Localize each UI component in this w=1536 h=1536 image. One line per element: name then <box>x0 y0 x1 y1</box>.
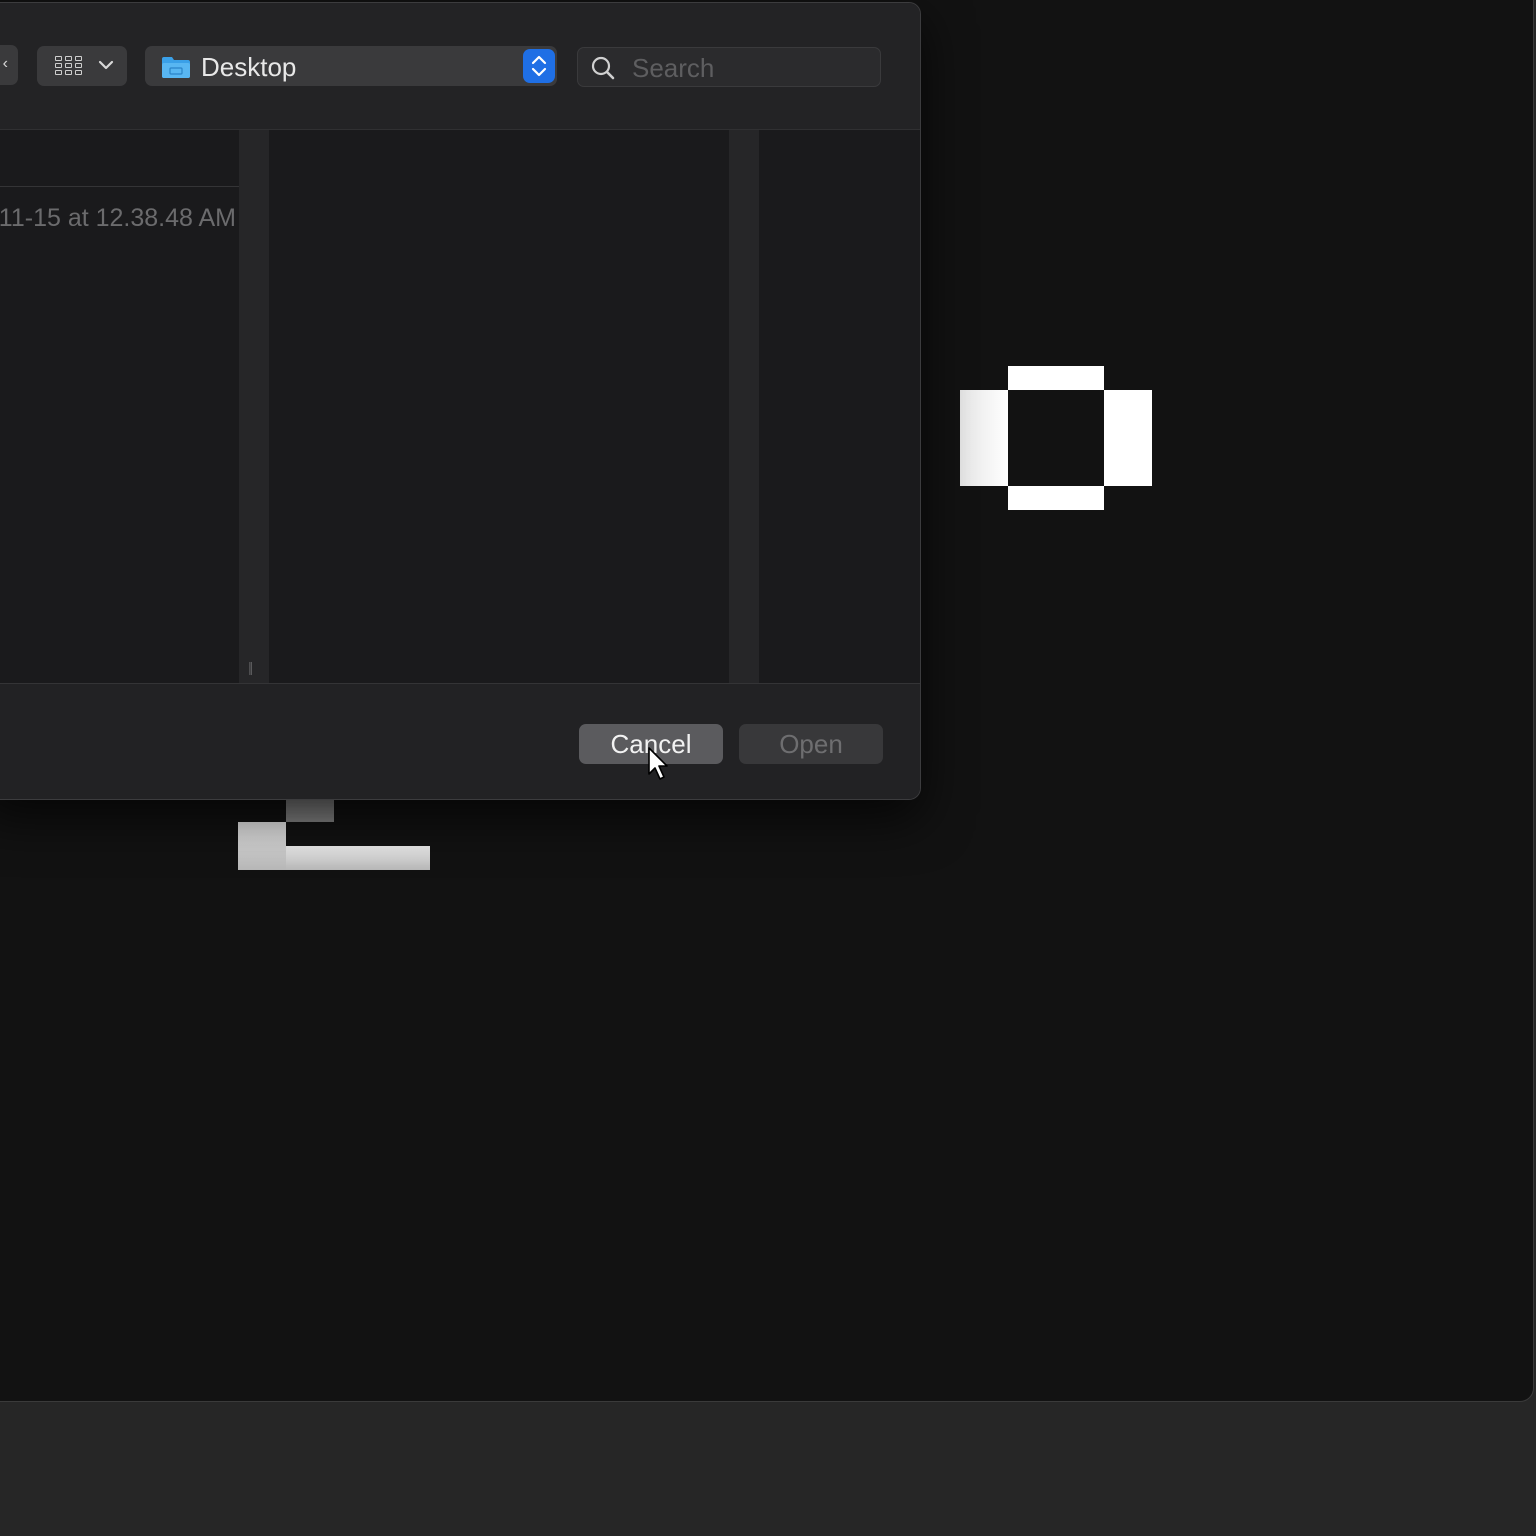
dialog-footer: Cancel Open <box>0 684 920 799</box>
pixel-block <box>238 822 286 870</box>
chevron-left-icon: ‹ <box>2 55 8 72</box>
file-name-label: Screenshot 2023-11-15 at 12.38.48 AM <box>0 204 236 232</box>
icon-grid-icon <box>55 56 83 78</box>
open-file-dialog: ‹ Desktop Search 11-15 at 12.38.48 AM ||… <box>0 2 921 800</box>
pixel-block <box>1104 390 1152 486</box>
dialog-toolbar: ‹ Desktop Search <box>0 3 920 130</box>
column-divider <box>0 186 239 187</box>
column-resize-bar[interactable]: || <box>239 130 269 683</box>
resize-handle-icon: || <box>248 659 253 675</box>
pixel-block <box>960 390 1008 486</box>
file-browser: Screenshot 2023-11-15 at 12.38.48 AM || <box>0 130 920 683</box>
chevron-down-icon <box>98 60 114 70</box>
file-list-item[interactable]: Screenshot 2023-11-15 at 12.38.48 AM <box>0 204 236 233</box>
view-options-button[interactable] <box>37 46 127 86</box>
up-down-stepper-icon[interactable] <box>523 49 555 83</box>
location-label: Desktop <box>201 52 297 82</box>
search-icon <box>591 56 615 80</box>
pixel-block <box>1008 366 1104 390</box>
pixel-block <box>1008 486 1104 510</box>
back-button[interactable]: ‹ <box>0 45 18 85</box>
location-popup[interactable]: Desktop <box>145 46 557 86</box>
search-placeholder: Search <box>632 53 715 83</box>
folder-icon <box>162 57 190 78</box>
column-resize-bar[interactable] <box>729 130 759 683</box>
mouse-pointer-icon <box>648 747 668 780</box>
search-field[interactable]: Search <box>577 47 881 87</box>
desktop-background: ‹ Desktop Search 11-15 at 12.38.48 AM ||… <box>0 0 1536 1536</box>
open-button[interactable]: Open <box>739 724 883 764</box>
pixel-block <box>286 846 430 870</box>
pixel-block <box>286 800 334 822</box>
